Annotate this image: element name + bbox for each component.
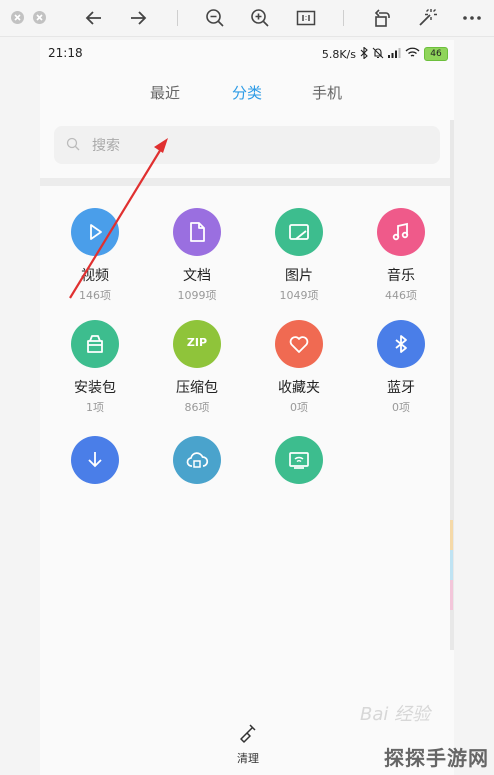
edge-highlight: [450, 520, 453, 550]
section-divider: [40, 178, 454, 186]
category-name: 文档: [183, 268, 211, 284]
more-options-icon[interactable]: [460, 6, 484, 30]
edge-highlight: [450, 550, 453, 580]
rotate-icon[interactable]: [370, 6, 394, 30]
category-archives[interactable]: ZIP 压缩包 86项: [146, 320, 248, 415]
zip-icon-text: ZIP: [186, 336, 208, 349]
document-icon: [173, 208, 221, 256]
category-bluetooth[interactable]: 蓝牙 0项: [350, 320, 452, 415]
zip-icon: ZIP: [173, 320, 221, 368]
category-name: 收藏夹: [278, 380, 320, 396]
category-count: 1099项: [177, 289, 217, 302]
category-cloud[interactable]: [146, 436, 248, 484]
category-count: 86项: [184, 401, 210, 414]
picture-icon: [275, 208, 323, 256]
battery-level: 46: [424, 47, 448, 61]
search-icon: [66, 137, 81, 156]
broom-icon: [237, 724, 259, 748]
category-name: 压缩包: [176, 380, 218, 396]
status-time: 21:18: [48, 46, 83, 60]
site-watermark: 探探手游网: [384, 746, 489, 770]
viewer-toolbar: [0, 0, 494, 37]
category-name: 图片: [285, 268, 313, 284]
category-name: 音乐: [387, 268, 415, 284]
download-icon: [71, 436, 119, 484]
tab-recent[interactable]: 最近: [150, 82, 180, 103]
cloud-icon: [173, 436, 221, 484]
category-packages[interactable]: 安装包 1项: [44, 320, 146, 415]
scroll-indicator: [450, 120, 454, 650]
edge-highlight: [450, 580, 453, 610]
category-count: 146项: [79, 289, 111, 302]
magic-wand-icon[interactable]: [415, 6, 439, 30]
category-name: 安装包: [74, 380, 116, 396]
toolbar-divider: [177, 10, 178, 26]
category-wifi-transfer[interactable]: [248, 436, 350, 484]
tab-phone[interactable]: 手机: [312, 82, 342, 103]
category-count: 0项: [290, 401, 308, 414]
status-bar: 21:18 5.8K/s 46: [40, 40, 454, 70]
zoom-in-icon[interactable]: [248, 6, 272, 30]
zoom-out-icon[interactable]: [203, 6, 227, 30]
bluetooth-status-icon: [360, 45, 368, 62]
category-favorites[interactable]: 收藏夹 0项: [248, 320, 350, 415]
category-music[interactable]: 音乐 446项: [350, 208, 452, 303]
toolbar-divider: [343, 10, 344, 26]
network-speed: 5.8K/s: [321, 47, 356, 61]
category-count: 1049项: [279, 289, 319, 302]
category-pictures[interactable]: 图片 1049项: [248, 208, 350, 303]
close-window-icon[interactable]: [11, 11, 24, 24]
category-documents[interactable]: 文档 1099项: [146, 208, 248, 303]
status-indicators: 5.8K/s 46: [321, 45, 448, 62]
clean-label: 清理: [237, 752, 259, 765]
actual-size-icon[interactable]: [294, 6, 318, 30]
play-icon: [71, 208, 119, 256]
mute-icon: [372, 47, 384, 62]
forward-arrow-icon[interactable]: [126, 6, 150, 30]
tab-category[interactable]: 分类: [232, 82, 262, 103]
category-count: 0项: [392, 401, 410, 414]
category-count: 1项: [86, 401, 104, 414]
bluetooth-icon: [377, 320, 425, 368]
package-icon: [71, 320, 119, 368]
phone-screen: 21:18 5.8K/s 46 最近 分类 手机 搜索 视频 146项 文档 1…: [40, 40, 454, 775]
heart-icon: [275, 320, 323, 368]
search-input[interactable]: [90, 132, 424, 160]
back-arrow-icon[interactable]: [82, 6, 106, 30]
category-name: 视频: [81, 268, 109, 284]
baidu-watermark: Bai 经验: [360, 704, 431, 725]
search-box[interactable]: [54, 126, 440, 164]
wifi-transfer-icon: [275, 436, 323, 484]
category-tabs: 最近 分类 手机: [40, 78, 454, 106]
signal-icon: [388, 47, 401, 61]
category-count: 446项: [385, 289, 417, 302]
clean-button[interactable]: 清理: [226, 722, 270, 766]
category-video[interactable]: 视频 146项: [44, 208, 146, 303]
category-name: 蓝牙: [387, 380, 415, 396]
wifi-icon: [405, 47, 420, 61]
category-downloads[interactable]: [44, 436, 146, 484]
music-icon: [377, 208, 425, 256]
minimize-window-icon[interactable]: [33, 11, 46, 24]
